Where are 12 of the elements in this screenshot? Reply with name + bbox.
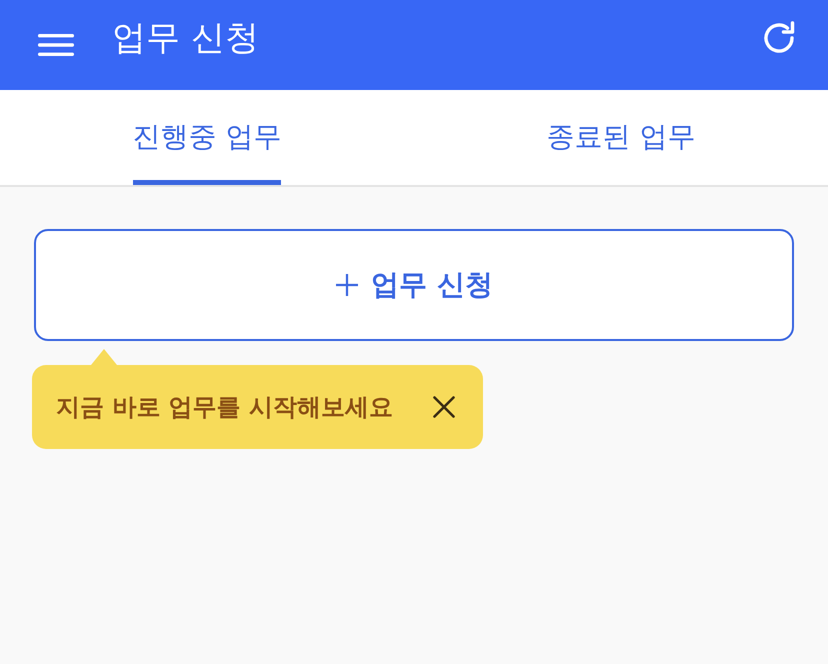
tooltip-text: 지금 바로 업무를 시작해보세요 bbox=[56, 392, 394, 423]
plus-icon bbox=[335, 273, 360, 297]
new-request-button[interactable]: 업무 신청 bbox=[34, 229, 794, 341]
refresh-button[interactable] bbox=[761, 20, 797, 56]
tab[interactable]: 종료된 업무 bbox=[546, 90, 696, 185]
close-icon bbox=[433, 396, 456, 418]
refresh-icon bbox=[761, 20, 797, 56]
menu-icon bbox=[38, 34, 74, 56]
tab[interactable]: 진행중 업무 bbox=[132, 90, 282, 185]
menu-button[interactable] bbox=[38, 34, 74, 56]
close-button[interactable] bbox=[433, 396, 456, 418]
app-title: 업무 신청 bbox=[112, 21, 260, 55]
